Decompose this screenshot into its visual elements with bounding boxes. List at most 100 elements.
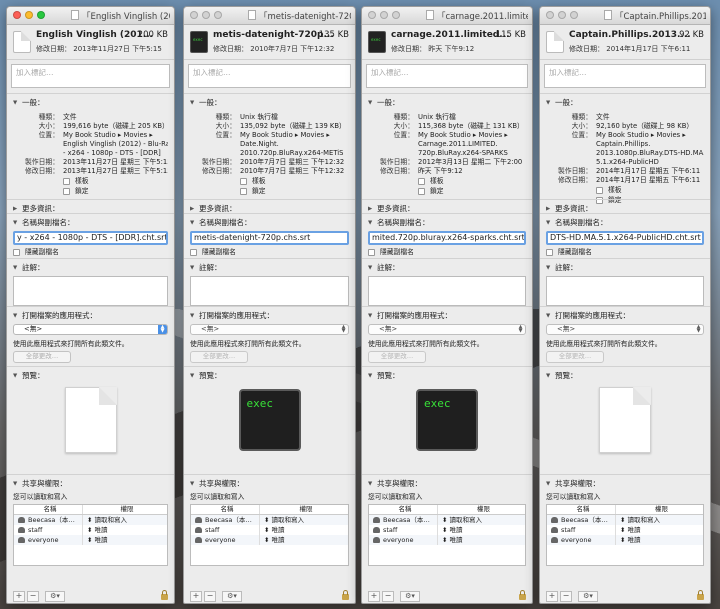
privilege-popup[interactable]: ⬍ 唯讀 — [437, 535, 525, 545]
disclosure-down-icon[interactable]: ▼ — [13, 100, 19, 106]
hide-extension-checkbox[interactable]: 隱藏副檔名 — [368, 247, 526, 257]
preview-header[interactable]: ▼ 預覽： — [368, 370, 526, 381]
hide-extension-checkbox[interactable]: 隱藏副檔名 — [190, 247, 349, 257]
close-button[interactable] — [546, 11, 554, 19]
privilege-popup[interactable]: ⬍ 讀取和寫入 — [82, 515, 167, 525]
disclosure-down-icon[interactable]: ▼ — [368, 373, 374, 379]
permission-row[interactable]: everyone ⬍ 唯讀 — [369, 535, 525, 545]
open-with-popup[interactable]: <無> ▲ ▼ — [546, 324, 704, 335]
comments-header[interactable]: ▼ 註解： — [368, 262, 526, 273]
open-with-header[interactable]: ▼ 打開檔案的應用程式： — [13, 310, 168, 321]
checkbox-box[interactable] — [190, 248, 197, 256]
minimize-button[interactable] — [25, 11, 33, 19]
general-header[interactable]: ▼ 一般： — [190, 97, 349, 108]
checkbox-box[interactable] — [63, 177, 70, 185]
lock-icon[interactable] — [697, 590, 704, 600]
add-user-button[interactable]: + — [546, 590, 558, 602]
permissions-table[interactable]: 名稱 權限 Beecasa（本… ⬍ 讀取和寫入 staff ⬍ 唯讀 everyone… — [13, 504, 168, 566]
permission-row[interactable]: Beecasa（本… ⬍ 讀取和寫入 — [547, 515, 703, 525]
checkbox-box[interactable] — [596, 186, 603, 194]
privilege-popup[interactable]: ⬍ 讀取和寫入 — [615, 515, 703, 525]
sharing-header[interactable]: ▼ 共享與權限： — [13, 478, 168, 489]
change-all-button[interactable]: 全部更改… — [546, 351, 604, 363]
permission-row[interactable]: everyone ⬍ 唯讀 — [191, 535, 348, 545]
disclosure-right-icon[interactable]: ▶ — [190, 206, 196, 212]
disclosure-down-icon[interactable]: ▼ — [13, 373, 19, 379]
checkbox-box[interactable] — [13, 248, 20, 256]
info-window-captain-phillips[interactable]: 「Captain.Phillips.2013.1... Captain.Phil… — [539, 6, 711, 604]
disclosure-down-icon[interactable]: ▼ — [190, 373, 196, 379]
filename-input[interactable]: y - x264 - 1080p - DTS - [DDR].cht.srt — [13, 231, 168, 245]
lock-icon[interactable] — [161, 590, 168, 600]
privilege-popup[interactable]: ⬍ 唯讀 — [615, 535, 703, 545]
lock-icon[interactable] — [519, 590, 526, 600]
permission-row[interactable]: staff ⬍ 唯讀 — [547, 525, 703, 535]
disclosure-down-icon[interactable]: ▼ — [190, 313, 196, 319]
checkbox-box[interactable] — [240, 177, 247, 185]
permission-row[interactable]: staff ⬍ 唯讀 — [14, 525, 167, 535]
privilege-popup[interactable]: ⬍ 唯讀 — [437, 525, 525, 535]
remove-user-button[interactable]: − — [560, 590, 572, 602]
disclosure-down-icon[interactable]: ▼ — [368, 481, 374, 487]
permissions-table[interactable]: 名稱 權限 Beecasa（本… ⬍ 讀取和寫入 staff ⬍ 唯讀 everyone… — [190, 504, 349, 566]
preview-header[interactable]: ▼ 預覽： — [546, 370, 704, 381]
permission-row[interactable]: everyone ⬍ 唯讀 — [547, 535, 703, 545]
add-user-button[interactable]: + — [190, 590, 202, 602]
permission-row[interactable]: staff ⬍ 唯讀 — [369, 525, 525, 535]
gear-menu-button[interactable]: ⚙▾ — [45, 590, 65, 602]
disclosure-right-icon[interactable]: ▶ — [368, 206, 374, 212]
disclosure-down-icon[interactable]: ▼ — [546, 220, 552, 226]
privilege-popup[interactable]: ⬍ 唯讀 — [615, 525, 703, 535]
name-header[interactable]: ▼ 名稱與副檔名： — [546, 217, 704, 228]
comments-textarea[interactable] — [13, 276, 168, 306]
hide-extension-checkbox[interactable]: 隱藏副檔名 — [13, 247, 168, 257]
privilege-popup[interactable]: ⬍ 唯讀 — [259, 535, 348, 545]
stationery-checkbox[interactable]: 樣板 — [418, 176, 526, 186]
change-all-button[interactable]: 全部更改… — [13, 351, 71, 363]
info-window-metis-datenight[interactable]: 「metis-datenight-720p... metis-datenight… — [183, 6, 356, 604]
comments-header[interactable]: ▼ 註解： — [13, 262, 168, 273]
remove-user-button[interactable]: − — [27, 590, 39, 602]
disclosure-down-icon[interactable]: ▼ — [13, 265, 19, 271]
name-header[interactable]: ▼ 名稱與副檔名： — [190, 217, 349, 228]
permissions-table[interactable]: 名稱 權限 Beecasa（本… ⬍ 讀取和寫入 staff ⬍ 唯讀 everyone… — [546, 504, 704, 566]
checkbox-box[interactable] — [240, 187, 247, 195]
minimize-button[interactable] — [202, 11, 210, 19]
open-with-popup[interactable]: <無> ▲ ▼ — [190, 324, 349, 335]
sharing-header[interactable]: ▼ 共享與權限： — [368, 478, 526, 489]
zoom-button[interactable] — [214, 11, 222, 19]
privilege-popup[interactable]: ⬍ 唯讀 — [259, 525, 348, 535]
general-header[interactable]: ▼ 一般： — [546, 97, 704, 108]
checkbox-box[interactable] — [63, 187, 70, 195]
title-bar[interactable]: 「Captain.Phillips.2013.1... — [540, 7, 710, 25]
disclosure-down-icon[interactable]: ▼ — [546, 373, 552, 379]
stationery-checkbox[interactable]: 樣板 — [596, 185, 704, 195]
comments-textarea[interactable] — [546, 276, 704, 306]
open-with-header[interactable]: ▼ 打開檔案的應用程式： — [546, 310, 704, 321]
close-button[interactable] — [368, 11, 376, 19]
name-header[interactable]: ▼ 名稱與副檔名： — [13, 217, 168, 228]
disclosure-down-icon[interactable]: ▼ — [368, 220, 374, 226]
checkbox-box[interactable] — [418, 187, 425, 195]
comments-textarea[interactable] — [368, 276, 526, 306]
hide-extension-checkbox[interactable]: 隱藏副檔名 — [546, 247, 704, 257]
open-with-header[interactable]: ▼ 打開檔案的應用程式： — [368, 310, 526, 321]
tags-field[interactable]: 加入標記… — [188, 64, 351, 88]
disclosure-right-icon[interactable]: ▶ — [13, 206, 19, 212]
name-header[interactable]: ▼ 名稱與副檔名： — [368, 217, 526, 228]
open-with-popup[interactable]: <無> ▲ ▼ — [13, 324, 168, 335]
disclosure-down-icon[interactable]: ▼ — [546, 313, 552, 319]
general-header[interactable]: ▼ 一般： — [13, 97, 168, 108]
disclosure-down-icon[interactable]: ▼ — [368, 265, 374, 271]
close-button[interactable] — [13, 11, 21, 19]
checkbox-box[interactable] — [546, 248, 553, 256]
disclosure-down-icon[interactable]: ▼ — [546, 481, 552, 487]
disclosure-down-icon[interactable]: ▼ — [13, 313, 19, 319]
checkbox-box[interactable] — [368, 248, 375, 256]
disclosure-down-icon[interactable]: ▼ — [368, 313, 374, 319]
preview-header[interactable]: ▼ 預覽： — [190, 370, 349, 381]
privilege-popup[interactable]: ⬍ 讀取和寫入 — [437, 515, 525, 525]
comments-textarea[interactable] — [190, 276, 349, 306]
minimize-button[interactable] — [558, 11, 566, 19]
minimize-button[interactable] — [380, 11, 388, 19]
